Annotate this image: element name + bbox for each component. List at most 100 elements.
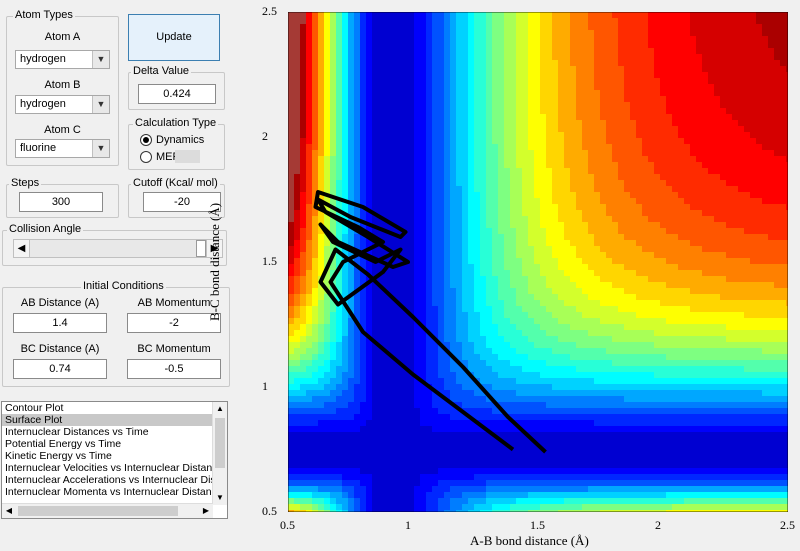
surface-cell — [486, 162, 493, 169]
surface-cell — [648, 198, 655, 205]
surface-cell — [642, 294, 649, 301]
listbox-vertical-scrollbar[interactable]: ▲ ▼ — [212, 402, 227, 505]
surface-cell — [438, 138, 445, 145]
surface-cell — [564, 324, 571, 331]
surface-cell — [750, 174, 757, 181]
chevron-down-icon[interactable]: ▼ — [92, 51, 109, 68]
surface-cell — [306, 360, 313, 367]
surface-cell — [288, 12, 295, 19]
surface-cell — [492, 162, 499, 169]
scroll-down-arrow-icon[interactable]: ▼ — [213, 491, 227, 505]
surface-cell — [714, 42, 721, 49]
surface-cell — [606, 234, 613, 241]
plot-type-list-item[interactable]: Contour Plot — [2, 402, 213, 414]
surface-cell — [324, 174, 331, 181]
plot-type-list-item[interactable]: Internuclear Velocities vs Internuclear … — [2, 462, 213, 474]
surface-cell — [444, 42, 451, 49]
surface-cell — [606, 264, 613, 271]
surface-cell — [306, 90, 313, 97]
atom-b-select[interactable]: hydrogen ▼ — [15, 95, 110, 114]
surface-cell — [348, 150, 355, 157]
surface-cell — [540, 90, 547, 97]
surface-cell — [318, 108, 325, 115]
surface-cell — [678, 174, 685, 181]
surface-cell — [462, 180, 469, 187]
surface-cell — [438, 216, 445, 223]
plot-type-list-item[interactable]: Surface Plot — [2, 414, 213, 426]
potential-energy-surface-plot[interactable] — [288, 12, 788, 512]
surface-cell — [474, 252, 481, 259]
surface-cell — [372, 18, 379, 25]
surface-cell — [474, 126, 481, 133]
surface-cell — [564, 108, 571, 115]
mep-radio[interactable] — [140, 151, 152, 163]
scroll-left-arrow-icon[interactable]: ◀ — [2, 504, 16, 518]
surface-cell — [324, 144, 331, 151]
bc-momentum-input[interactable]: -0.5 — [127, 359, 221, 379]
surface-cell — [498, 276, 505, 283]
plot-type-list-item[interactable]: Internuclear Accelerations vs Internucle… — [2, 474, 213, 486]
scroll-right-arrow-icon[interactable]: ▶ — [199, 504, 213, 518]
surface-cell — [528, 60, 535, 67]
surface-cell — [414, 282, 421, 289]
surface-cell — [420, 276, 427, 283]
surface-cell — [762, 204, 769, 211]
surface-cell — [762, 252, 769, 259]
surface-cell — [612, 210, 619, 217]
surface-cell — [618, 144, 625, 151]
surface-cell — [732, 150, 739, 157]
ab-distance-input[interactable]: 1.4 — [13, 313, 107, 333]
surface-cell — [744, 276, 751, 283]
collision-angle-slider[interactable]: ◀ ▶ — [13, 239, 223, 258]
surface-cell — [696, 324, 703, 331]
surface-cell — [420, 348, 427, 355]
surface-cell — [510, 78, 517, 85]
plot-type-list-item[interactable]: Potential Energy vs Time — [2, 438, 213, 450]
plot-type-list-item[interactable]: Internuclear Momenta vs Internuclear Dis… — [2, 486, 213, 498]
surface-cell — [342, 42, 349, 49]
scroll-hthumb[interactable] — [18, 506, 178, 516]
surface-cell — [420, 198, 427, 205]
surface-cell — [588, 210, 595, 217]
surface-cell — [618, 270, 625, 277]
update-button[interactable]: Update — [128, 14, 220, 61]
slider-thumb[interactable] — [196, 240, 206, 257]
listbox-horizontal-scrollbar[interactable]: ◀ ▶ — [2, 503, 213, 518]
surface-cell — [594, 324, 601, 331]
plot-type-list-item[interactable]: Kinetic Energy vs Time — [2, 450, 213, 462]
surface-cell — [540, 270, 547, 277]
atom-a-select[interactable]: hydrogen ▼ — [15, 50, 110, 69]
surface-cell — [708, 42, 715, 49]
bc-distance-input[interactable]: 0.74 — [13, 359, 107, 379]
surface-cell — [384, 312, 391, 319]
surface-cell — [462, 258, 469, 265]
surface-cell — [348, 12, 355, 19]
plot-type-listbox[interactable]: Contour Plot Surface Plot Internuclear Dis… — [1, 401, 228, 519]
surface-cell — [288, 84, 295, 91]
scroll-up-arrow-icon[interactable]: ▲ — [213, 402, 227, 416]
surface-cell — [630, 270, 637, 277]
surface-cell — [552, 306, 559, 313]
chevron-down-icon[interactable]: ▼ — [92, 140, 109, 157]
slider-left-arrow-icon[interactable]: ◀ — [14, 240, 30, 257]
surface-cell — [288, 78, 295, 85]
scroll-thumb[interactable] — [215, 418, 225, 468]
plot-type-list-item[interactable]: Internuclear Distances vs Time — [2, 426, 213, 438]
surface-cell — [288, 288, 295, 295]
surface-cell — [678, 24, 685, 31]
surface-cell — [642, 90, 649, 97]
surface-cell — [300, 96, 307, 103]
surface-cell — [432, 348, 439, 355]
dynamics-radio[interactable] — [140, 134, 152, 146]
surface-cell — [396, 60, 403, 67]
surface-cell — [546, 18, 553, 25]
surface-cell — [354, 360, 361, 367]
delta-value-input[interactable]: 0.424 — [138, 84, 216, 104]
surface-cell — [564, 36, 571, 43]
surface-cell — [696, 222, 703, 229]
steps-input[interactable]: 300 — [19, 192, 103, 212]
surface-cell — [636, 84, 643, 91]
chevron-down-icon[interactable]: ▼ — [92, 96, 109, 113]
atom-c-select[interactable]: fluorine ▼ — [15, 139, 110, 158]
surface-cell — [324, 216, 331, 223]
